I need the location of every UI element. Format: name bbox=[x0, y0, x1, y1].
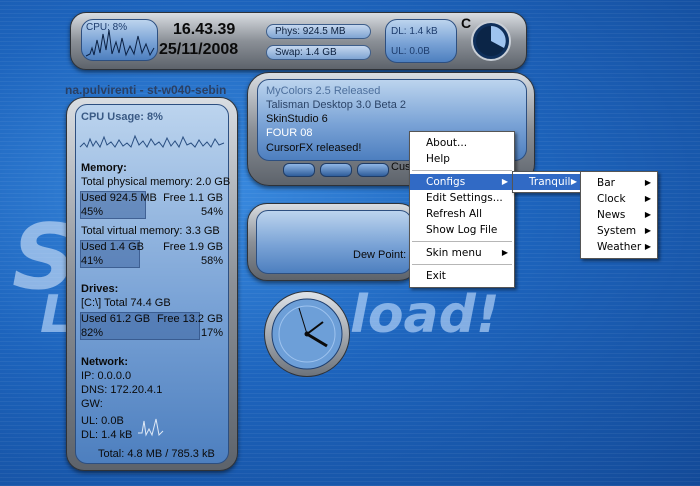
news-item-3[interactable]: SkinStudio 6 bbox=[266, 113, 328, 125]
news-button-1[interactable] bbox=[283, 163, 315, 177]
news-item-5[interactable]: CursorFX released! bbox=[266, 142, 361, 154]
system-panel-widget[interactable]: CPU Usage: 8% Memory: Total physical mem… bbox=[66, 97, 238, 471]
clock-date: 25/11/2008 bbox=[159, 41, 239, 58]
virt-used: Used 1.4 GB bbox=[81, 241, 144, 253]
submenu-item-clock[interactable]: Clock ▶ bbox=[581, 191, 657, 207]
submenu-item-bar-label: Bar bbox=[597, 177, 615, 189]
menu-item-skin-menu[interactable]: Skin menu ▶ bbox=[410, 245, 514, 261]
submenu-item-system-label: System bbox=[597, 225, 637, 237]
menu-separator bbox=[412, 170, 512, 171]
net-activity-graph bbox=[138, 418, 164, 437]
clock-time: 16.43.39 bbox=[173, 21, 236, 38]
top-bar-widget[interactable]: CPU: 8% 16.43.39 25/11/2008 Phys: 924.5 … bbox=[70, 12, 527, 70]
system-screen: CPU Usage: 8% Memory: Total physical mem… bbox=[75, 104, 231, 464]
swap-pill: Swap: 1.4 GB bbox=[266, 45, 371, 60]
net-ul: UL: 0.0B bbox=[81, 415, 124, 427]
virt-total: Total virtual memory: 3.3 GB bbox=[81, 225, 220, 237]
news-button-2[interactable] bbox=[320, 163, 352, 177]
virt-used-pct: 41% bbox=[81, 255, 104, 267]
weather-screen: Dew Point: bbox=[256, 210, 412, 274]
cpu-graph bbox=[85, 29, 155, 57]
menu-item-edit-settings[interactable]: Edit Settings... bbox=[410, 190, 514, 206]
network-heading: Network: bbox=[81, 356, 129, 368]
net-dl: DL: 1.4 kB bbox=[81, 429, 133, 441]
ul-pill-label: UL: 0.0B bbox=[391, 46, 430, 57]
submenu-arrow-icon: ▶ bbox=[644, 226, 651, 235]
analog-clock-widget[interactable] bbox=[264, 291, 350, 377]
drive-free-pct: 17% bbox=[200, 327, 223, 339]
phys-free: Free 1.1 GB bbox=[163, 192, 223, 204]
cpu-usage-graph bbox=[79, 134, 225, 149]
submenu-arrow-icon: ▶ bbox=[644, 178, 651, 187]
submenu-arrow-icon: ▶ bbox=[570, 177, 577, 186]
submenu-item-weather[interactable]: Weather ▶ bbox=[581, 239, 657, 255]
drive-used-pct: 82% bbox=[81, 327, 104, 339]
submenu-arrow-icon: ▶ bbox=[501, 177, 508, 186]
memory-heading: Memory: bbox=[81, 162, 127, 174]
submenu-item-news-label: News bbox=[597, 209, 626, 221]
drive-free: Free 13.2 GB bbox=[156, 313, 223, 325]
menu-item-help[interactable]: Help bbox=[410, 151, 514, 167]
virt-free: Free 1.9 GB bbox=[163, 241, 223, 253]
weather-panel-widget[interactable]: Dew Point: bbox=[247, 203, 419, 281]
phys-pill: Phys: 924.5 MB bbox=[266, 24, 371, 39]
submenu-item-bar[interactable]: Bar ▶ bbox=[581, 175, 657, 191]
phys-used: Used 924.5 MB bbox=[81, 192, 157, 204]
submenu-item-tranquil[interactable]: Tranquil ▶ bbox=[513, 174, 583, 190]
tranquil-submenu: Bar ▶ Clock ▶ News ▶ System ▶ Weather ▶ bbox=[580, 171, 658, 259]
drive-used: Used 61.2 GB bbox=[81, 313, 151, 325]
dl-pill-label: DL: 1.4 kB bbox=[391, 26, 438, 37]
news-item-2[interactable]: Talisman Desktop 3.0 Beta 2 bbox=[266, 99, 406, 111]
net-dns: DNS: 172.20.4.1 bbox=[81, 384, 163, 396]
menu-item-show-log-file[interactable]: Show Log File bbox=[410, 222, 514, 238]
net-ip: IP: 0.0.0.0 bbox=[81, 370, 132, 382]
net-screen: DL: 1.4 kB UL: 0.0B bbox=[385, 19, 457, 63]
menu-item-configs[interactable]: Configs ▶ bbox=[410, 174, 514, 190]
news-item-4[interactable]: FOUR 08 bbox=[266, 127, 312, 139]
drives-heading: Drives: bbox=[81, 283, 119, 295]
cpu-graph-screen: CPU: 8% bbox=[81, 19, 158, 61]
virt-free-pct: 58% bbox=[200, 255, 223, 267]
net-total: Total: 4.8 MB / 785.3 kB bbox=[98, 448, 215, 460]
news-cus-button[interactable]: Cus bbox=[391, 161, 411, 173]
menu-item-exit[interactable]: Exit bbox=[410, 268, 514, 284]
drive-letter: C bbox=[461, 15, 472, 31]
submenu-item-tranquil-label: Tranquil bbox=[529, 176, 571, 188]
menu-item-skin-menu-label: Skin menu bbox=[426, 247, 482, 259]
net-gw: GW: bbox=[81, 398, 103, 410]
submenu-item-news[interactable]: News ▶ bbox=[581, 207, 657, 223]
configs-submenu: Tranquil ▶ bbox=[512, 171, 584, 193]
menu-separator bbox=[412, 241, 512, 242]
menu-separator bbox=[412, 264, 512, 265]
menu-item-about[interactable]: About... bbox=[410, 135, 514, 151]
analog-clock-face bbox=[271, 298, 343, 370]
cpu-usage-label: CPU Usage: 8% bbox=[81, 111, 163, 123]
phys-used-pct: 45% bbox=[81, 206, 104, 218]
news-item-1[interactable]: MyColors 2.5 Released bbox=[266, 85, 380, 97]
news-button-3[interactable] bbox=[357, 163, 389, 177]
submenu-item-system[interactable]: System ▶ bbox=[581, 223, 657, 239]
user-host-label: na.pulvirenti - st-w040-sebin bbox=[65, 83, 227, 97]
submenu-item-weather-label: Weather bbox=[597, 241, 642, 253]
phys-free-pct: 54% bbox=[200, 206, 223, 218]
context-menu: About... Help Configs ▶ Edit Settings... … bbox=[409, 131, 515, 288]
submenu-arrow-icon: ▶ bbox=[644, 210, 651, 219]
phys-total: Total physical memory: 2.0 GB bbox=[81, 176, 231, 188]
submenu-arrow-icon: ▶ bbox=[501, 248, 508, 257]
submenu-arrow-icon: ▶ bbox=[644, 242, 651, 251]
submenu-item-clock-label: Clock bbox=[597, 193, 626, 205]
watermark-right: load! bbox=[350, 285, 500, 345]
submenu-arrow-icon: ▶ bbox=[644, 194, 651, 203]
menu-item-refresh-all[interactable]: Refresh All bbox=[410, 206, 514, 222]
drive-total: [C:\] Total 74.4 GB bbox=[81, 297, 171, 309]
dew-point-label: Dew Point: bbox=[353, 249, 407, 261]
desktop-background: S L load! CPU: 8% 16.43.39 25/11/2008 Ph… bbox=[0, 0, 700, 486]
drive-pie-icon bbox=[471, 21, 511, 61]
menu-item-configs-label: Configs bbox=[426, 176, 466, 188]
